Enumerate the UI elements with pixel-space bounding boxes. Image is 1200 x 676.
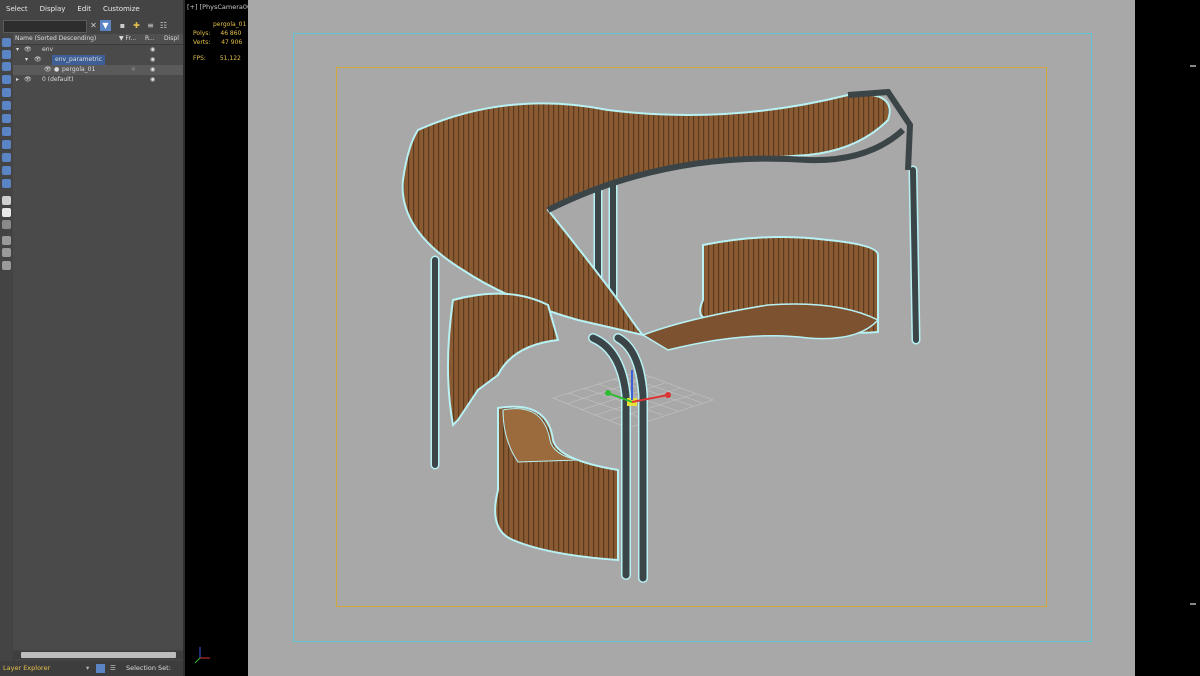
display-lights-icon[interactable] [2,75,11,84]
bench-fins-right [641,235,880,351]
pergola-model[interactable] [248,0,1135,676]
show-none-icon[interactable] [2,208,11,217]
layer-explorer-panel: Name (Sorted Descending) ▼ Fr... R... Di… [13,34,183,650]
explorer-filter-strip [0,34,14,664]
column-frozen[interactable]: ▼ Fr... [119,34,136,44]
explorer-type-label[interactable]: Layer Explorer [3,661,50,676]
lock-icon[interactable]: ▪ [117,20,128,31]
explorer-toolbar: ✕ ▼ ▪ ✚ ≡ ☷ [0,18,183,34]
eye-icon[interactable]: 👁 [34,55,42,65]
display-helpers-icon[interactable] [2,101,11,110]
collapse-arrow-icon[interactable]: ▸ [16,75,19,85]
display-containers-icon[interactable] [2,166,11,175]
stats-polys-label: Polys: [193,30,211,37]
eye-icon[interactable]: 👁 [44,65,52,75]
layer-label: 0 (default) [42,76,74,83]
expand-arrow-icon[interactable]: ▾ [16,45,19,55]
folder-icon[interactable] [2,261,11,270]
display-cameras-icon[interactable] [2,88,11,97]
hierarchy-icon[interactable]: ☷ [158,20,169,31]
scene-mode-icon[interactable]: ☰ [110,661,116,676]
funnel-icon[interactable] [2,248,11,257]
column-header-row: Name (Sorted Descending) ▼ Fr... R... Di… [13,34,183,45]
clear-search-icon[interactable]: ✕ [88,20,99,31]
render-icon[interactable]: ◉ [150,55,155,65]
stats-fps-value: 51,122 [219,55,241,62]
display-xrefs-icon[interactable] [2,140,11,149]
stats-verts-value: 47 906 [221,39,243,46]
frozen-icon[interactable]: ❄ [131,65,136,75]
display-shapes-icon[interactable] [2,62,11,71]
render-icon[interactable]: ◉ [150,45,155,55]
explorer-dropdown-icon[interactable]: ▾ [86,661,89,676]
explorer-bottom-bar: Layer Explorer ▾ ☰ Selection Set: [0,661,183,676]
object-label: pergola_01 [62,66,96,73]
right-edge-marker [1190,603,1196,605]
stats-object-name: pergola_01 [213,21,247,28]
filter-icon[interactable]: ▼ [100,20,111,31]
explorer-menubar: Select Display Edit Customize [0,0,183,19]
add-layer-icon[interactable]: ✚ [131,20,142,31]
menu-display[interactable]: Display [34,5,72,13]
stats-verts-label: Verts: [193,39,211,46]
sync-selection-icon[interactable] [2,236,11,245]
object-dot-icon: ● [54,66,60,73]
column-name[interactable]: Name (Sorted Descending) [15,34,96,44]
render-region[interactable] [248,0,1135,676]
tree-row-default[interactable]: ▸ 👁 0 (default) ◉ [13,75,183,85]
display-geometry-icon[interactable] [2,50,11,59]
eye-icon[interactable]: 👁 [24,75,32,85]
expand-arrow-icon[interactable]: ▾ [25,55,28,65]
column-display[interactable]: Displ [164,34,179,44]
viewport-statistics: pergola_01 Polys: 46 860 Verts: 47 906 F… [193,20,246,63]
display-none-icon[interactable] [2,38,11,47]
scrollbar-thumb[interactable] [21,652,176,658]
explorer-horizontal-scrollbar[interactable] [13,651,183,659]
layer-label: env_parametric [52,55,105,65]
menu-edit[interactable]: Edit [71,5,97,13]
show-all-icon[interactable] [2,196,11,205]
search-input[interactable] [3,20,87,33]
layer-label: env [42,46,54,53]
eye-icon[interactable]: 👁 [24,45,32,55]
menu-customize[interactable]: Customize [97,5,146,13]
bench-left [447,292,560,428]
column-render[interactable]: R... [145,34,155,44]
selection-set-label: Selection Set: [126,664,171,672]
tree-row-env-parametric[interactable]: ▾ 👁 env_parametric ◉ [13,55,183,65]
render-icon[interactable]: ◉ [150,65,155,75]
perspective-viewport[interactable]: [+] [PhysCamera001 ] [Standard ] [Defaul… [185,0,1200,676]
display-frozen-icon[interactable] [2,179,11,188]
tree-row-env[interactable]: ▾ 👁 env ◉ [13,45,183,55]
layer-mode-icon[interactable] [96,664,105,673]
bench-front [494,405,619,562]
invert-icon[interactable] [2,220,11,229]
layer-stack-icon[interactable]: ≡ [145,20,156,31]
display-bones-icon[interactable] [2,153,11,162]
stats-fps-label: FPS: [193,55,206,62]
right-edge-marker [1190,65,1196,67]
tree-row-pergola[interactable]: 👁 ● pergola_01 ❄ ◉ [13,65,183,75]
stats-polys-value: 46 860 [220,30,242,37]
menu-select[interactable]: Select [0,5,34,13]
display-spacewarps-icon[interactable] [2,114,11,123]
display-groups-icon[interactable] [2,127,11,136]
render-icon[interactable]: ◉ [150,75,155,85]
axis-tripod-icon [194,647,210,664]
